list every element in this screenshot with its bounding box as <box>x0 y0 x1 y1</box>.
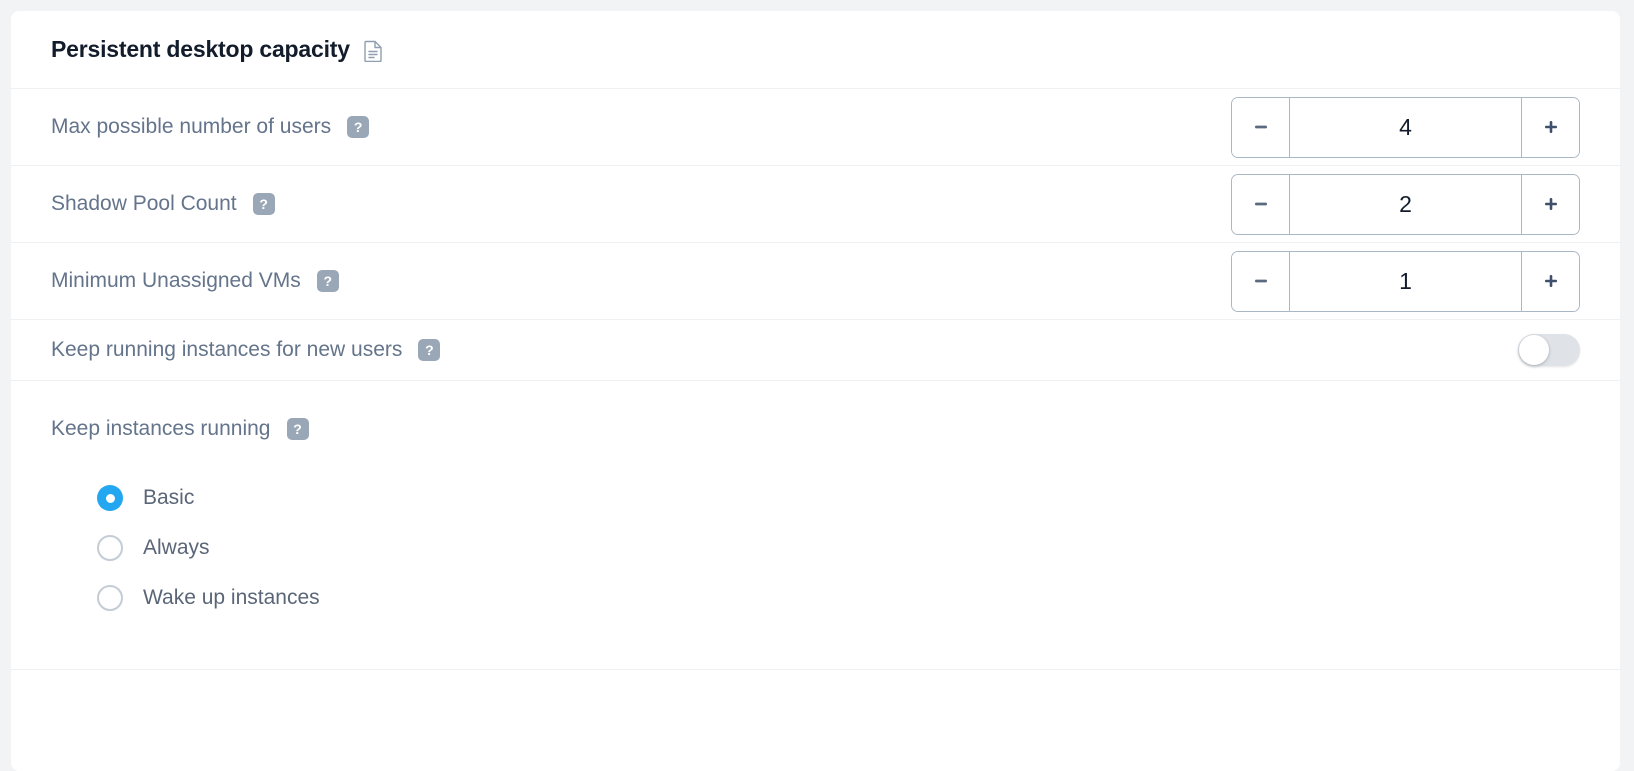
quantity-stepper-minimum-unassigned-vms[interactable]: 1 <box>1231 250 1580 312</box>
decrement-button[interactable] <box>1232 174 1290 234</box>
radio-option-basic[interactable]: Basic <box>97 473 1580 523</box>
radio-option-label: Basic <box>143 486 195 509</box>
row-label-text: Shadow Pool Count <box>51 192 237 215</box>
keep-running-instances-toggle[interactable] <box>1518 334 1580 366</box>
row-label-group: Shadow Pool Count ? <box>51 192 275 216</box>
radio-group-label-text: Keep instances running <box>51 417 271 440</box>
increment-button[interactable] <box>1521 97 1579 157</box>
row-minimum-unassigned-vms: Minimum Unassigned VMs ? 1 <box>11 243 1620 320</box>
decrement-button[interactable] <box>1232 251 1290 311</box>
minus-icon <box>1254 125 1267 129</box>
row-label-text: Minimum Unassigned VMs <box>51 269 301 292</box>
radio-list: Basic Always Wake up instances <box>51 473 1580 623</box>
row-keep-running-instances-for-new-users: Keep running instances for new users ? <box>11 320 1620 381</box>
radio-group-label: Keep instances running ? <box>51 417 1580 441</box>
decrement-button[interactable] <box>1232 97 1290 157</box>
help-icon[interactable]: ? <box>286 418 309 440</box>
radio-option-label: Wake up instances <box>143 586 320 609</box>
quantity-stepper-max-users[interactable]: 4 <box>1231 96 1580 158</box>
increment-button[interactable] <box>1521 174 1579 234</box>
radio-option-wake-up-instances[interactable]: Wake up instances <box>97 573 1580 623</box>
stepper-value[interactable]: 4 <box>1290 97 1521 157</box>
persistent-desktop-capacity-card: Persistent desktop capacity Max possible… <box>11 11 1620 771</box>
minus-icon <box>1254 202 1267 206</box>
radio-option-label: Always <box>143 536 210 559</box>
stepper-value[interactable]: 1 <box>1290 251 1521 311</box>
row-label-group: Minimum Unassigned VMs ? <box>51 269 339 293</box>
help-icon[interactable]: ? <box>418 339 441 361</box>
minus-icon <box>1254 279 1267 283</box>
plus-icon <box>1544 198 1557 210</box>
document-icon[interactable] <box>364 40 383 62</box>
row-max-possible-number-of-users: Max possible number of users ? 4 <box>11 89 1620 166</box>
help-icon[interactable]: ? <box>252 193 275 215</box>
radio-mark-icon <box>97 535 123 561</box>
row-label-text: Max possible number of users <box>51 115 332 138</box>
stepper-value[interactable]: 2 <box>1290 174 1521 234</box>
plus-icon <box>1544 275 1557 287</box>
quantity-stepper-shadow-pool-count[interactable]: 2 <box>1231 173 1580 235</box>
page-title: Persistent desktop capacity <box>51 36 350 62</box>
radio-mark-icon <box>97 585 123 611</box>
help-icon[interactable]: ? <box>347 116 370 138</box>
increment-button[interactable] <box>1521 251 1579 311</box>
toggle-knob <box>1519 335 1549 365</box>
card-tail-area <box>11 670 1620 710</box>
plus-icon <box>1544 121 1557 133</box>
keep-instances-running-section: Keep instances running ? Basic Always Wa… <box>11 381 1620 670</box>
row-label-text: Keep running instances for new users <box>51 338 403 361</box>
row-label-group: Max possible number of users ? <box>51 115 370 139</box>
row-label-group: Keep running instances for new users ? <box>51 338 441 362</box>
radio-mark-icon <box>97 485 123 511</box>
row-shadow-pool-count: Shadow Pool Count ? 2 <box>11 166 1620 243</box>
help-icon[interactable]: ? <box>316 270 339 292</box>
card-header: Persistent desktop capacity <box>11 11 1620 89</box>
radio-option-always[interactable]: Always <box>97 523 1580 573</box>
